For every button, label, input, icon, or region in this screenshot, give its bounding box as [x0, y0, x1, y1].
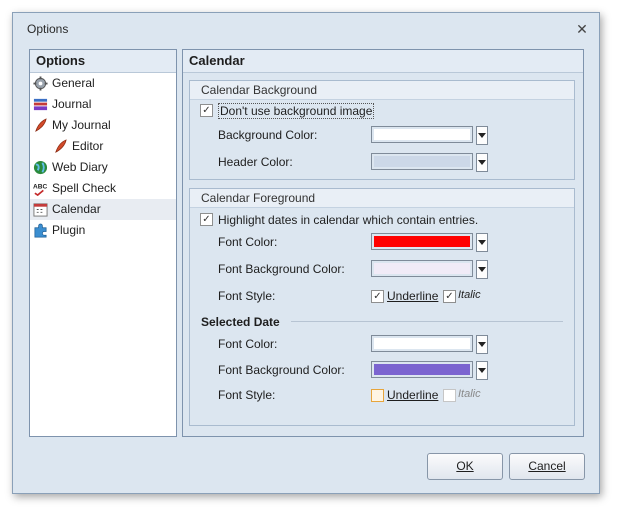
header-color-label: Header Color: [218, 155, 293, 169]
header-color-row: Header Color: [190, 151, 574, 173]
font-bg-color-row: Font Background Color: [190, 258, 574, 280]
font-color-row: Font Color: [190, 231, 574, 253]
header-color-swatch[interactable] [371, 153, 473, 170]
svg-text:ABC: ABC [33, 184, 47, 191]
nav-item-general[interactable]: General [30, 73, 176, 94]
sel-font-bg-color-swatch[interactable] [371, 361, 473, 378]
close-icon[interactable]: ✕ [575, 22, 589, 36]
highlight-row: ✓ Highlight dates in calendar which cont… [190, 209, 574, 231]
font-bg-color-swatch[interactable] [371, 260, 473, 277]
font-color-swatch[interactable] [371, 233, 473, 250]
sel-italic-label: Italic [458, 388, 481, 400]
underline-checkbox[interactable]: ✓ [371, 290, 384, 303]
bg-color-dropdown-button[interactable] [476, 126, 488, 145]
header-color-dropdown-button[interactable] [476, 153, 488, 172]
sel-italic-checkbox[interactable] [443, 389, 456, 402]
italic-checkbox[interactable]: ✓ [443, 290, 456, 303]
nav-label-editor: Editor [72, 139, 104, 153]
calendar-icon [33, 203, 48, 217]
font-style-label: Font Style: [218, 289, 276, 303]
sel-font-bg-color-label: Font Background Color: [218, 363, 345, 377]
selected-date-header: Selected Date [190, 311, 574, 333]
ok-button[interactable]: OK [427, 453, 503, 480]
italic-label: Italic [458, 289, 481, 301]
sel-font-style-row: Font Style: Underline Italic [190, 384, 574, 406]
nav-item-editor[interactable]: Editor [30, 136, 176, 157]
font-bg-color-dropdown-button[interactable] [476, 260, 488, 279]
nav-label-my-journal: My Journal [52, 118, 111, 132]
window-title: Options [27, 22, 69, 36]
sel-font-style-label: Font Style: [218, 388, 276, 402]
bg-color-label: Background Color: [218, 128, 318, 142]
sel-font-color-swatch[interactable] [371, 335, 473, 352]
highlight-checkbox[interactable]: ✓ [200, 213, 213, 226]
nav-item-calendar[interactable]: Calendar [30, 199, 176, 220]
options-nav-panel: Options General Journal My Journal Edito… [29, 49, 177, 437]
calendar-background-group: Calendar Background ✓ Don't use backgrou… [189, 80, 575, 180]
nav-item-spell-check[interactable]: ABC Spell Check [30, 178, 176, 199]
sel-font-color-row: Font Color: [190, 333, 574, 355]
highlight-label: Highlight dates in calendar which contai… [218, 213, 479, 227]
puzzle-icon [34, 223, 47, 238]
cancel-button-label: Cancel [528, 459, 566, 473]
nav-item-web-diary[interactable]: Web Diary [30, 157, 176, 178]
sel-font-color-label: Font Color: [218, 337, 278, 351]
globe-icon [33, 160, 48, 175]
cancel-button[interactable]: Cancel [509, 453, 585, 480]
books-icon [33, 98, 48, 111]
nav-label-plugin: Plugin [52, 223, 86, 237]
feather-icon [35, 118, 47, 132]
sel-font-bg-color-dropdown-button[interactable] [476, 361, 488, 380]
section-divider [291, 321, 563, 322]
group-title-foreground: Calendar Foreground [190, 189, 574, 208]
nav-label-journal: Journal [52, 97, 92, 111]
underline-label: Underline [387, 289, 439, 303]
sel-font-color-dropdown-button[interactable] [476, 335, 488, 354]
calendar-settings-panel: Calendar Calendar Background ✓ Don't use… [182, 49, 584, 437]
nav-item-journal[interactable]: Journal [30, 94, 176, 115]
bg-color-swatch[interactable] [371, 126, 473, 143]
selected-date-title: Selected Date [201, 315, 280, 329]
abc-icon: ABC [33, 184, 47, 196]
title-bar[interactable]: Options ✕ [13, 13, 599, 45]
nav-label-web-diary: Web Diary [52, 160, 108, 174]
nav-label-spell-check: Spell Check [52, 181, 117, 195]
ok-button-label: OK [456, 459, 474, 473]
nav-label-calendar: Calendar [52, 202, 101, 216]
no-bg-image-label: Don't use background image [218, 103, 375, 119]
sel-underline-label: Underline [387, 388, 439, 402]
gear-icon [33, 76, 48, 91]
no-bg-image-checkbox[interactable]: ✓ [200, 104, 213, 117]
feather-icon [55, 139, 67, 153]
nav-item-my-journal[interactable]: My Journal [30, 115, 176, 136]
bg-color-row: Background Color: [190, 124, 574, 146]
nav-label-general: General [52, 76, 95, 90]
font-color-label: Font Color: [218, 235, 278, 249]
sel-underline-checkbox[interactable] [371, 389, 384, 402]
nav-item-plugin[interactable]: Plugin [30, 220, 176, 241]
page-title: Calendar [183, 50, 583, 73]
options-dialog: Options ✕ Options General Journal My Jou… [12, 12, 600, 494]
sel-font-bg-color-row: Font Background Color: [190, 359, 574, 381]
no-bg-image-row: ✓ Don't use background image [190, 100, 574, 122]
font-color-dropdown-button[interactable] [476, 233, 488, 252]
font-style-row: Font Style: ✓ Underline ✓ Italic [190, 285, 574, 307]
group-title-background: Calendar Background [190, 81, 574, 100]
font-bg-color-label: Font Background Color: [218, 262, 345, 276]
calendar-foreground-group: Calendar Foreground ✓ Highlight dates in… [189, 188, 575, 426]
nav-header: Options [30, 50, 176, 73]
